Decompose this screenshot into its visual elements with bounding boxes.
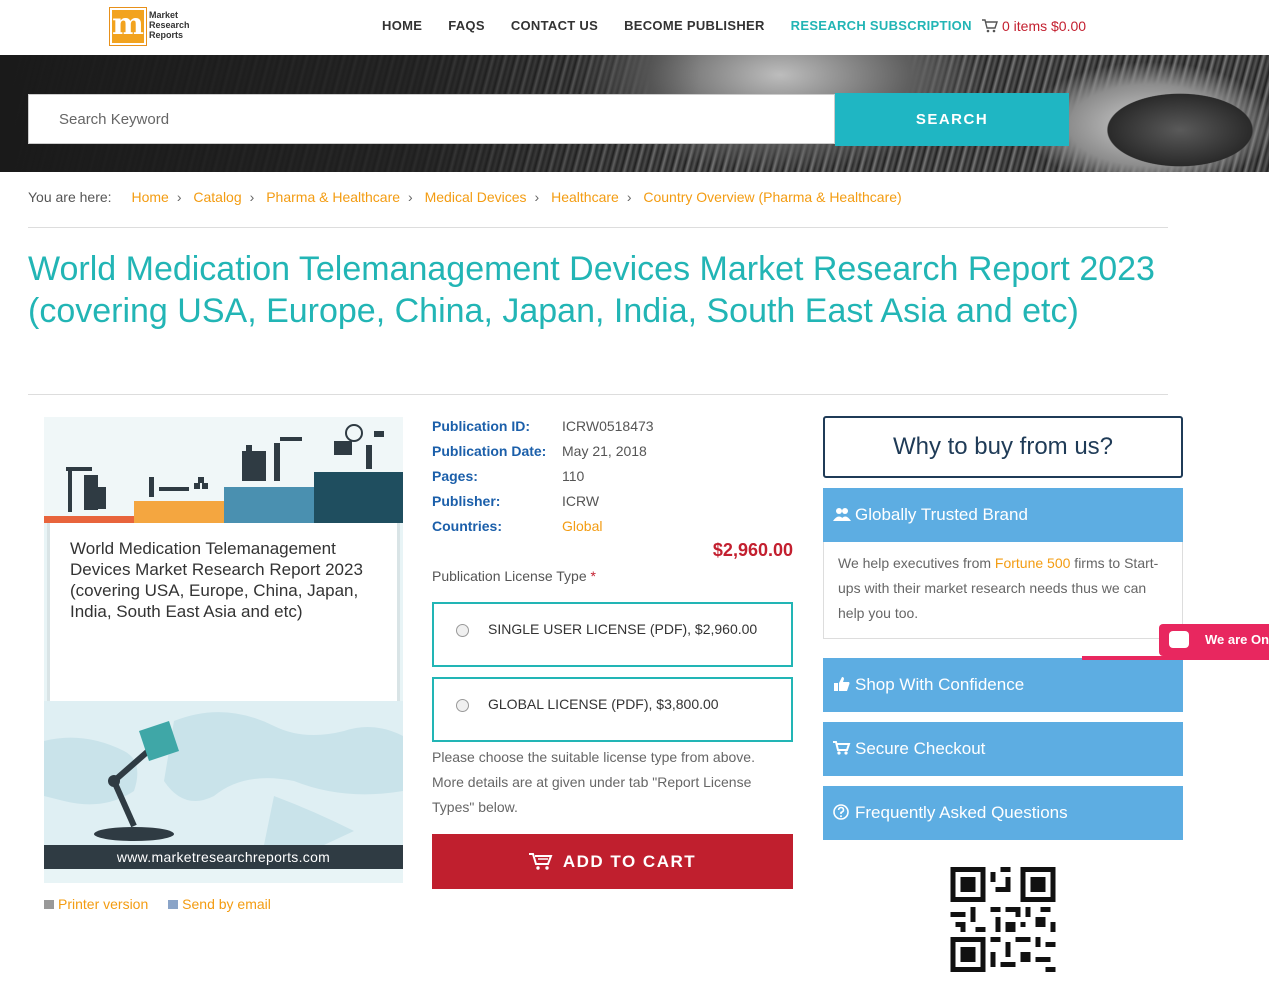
- required-mark: *: [590, 568, 596, 584]
- license-radio[interactable]: [456, 624, 469, 637]
- email-icon: [168, 900, 179, 909]
- countries-link[interactable]: Global: [562, 518, 602, 543]
- fortune-500-link[interactable]: Fortune 500: [995, 555, 1071, 571]
- cart-icon: [528, 852, 553, 870]
- secure-checkout-title: Secure Checkout: [855, 739, 986, 758]
- license-type-text: Publication License Type: [432, 568, 587, 584]
- trusted-text-start: We help executives from: [838, 555, 995, 571]
- header-cart[interactable]: 0 items $0.00: [982, 17, 1086, 34]
- breadcrumb-prefix: You are here:: [28, 189, 112, 205]
- nav-become-publisher[interactable]: BECOME PUBLISHER: [624, 18, 765, 33]
- breadcrumb: You are here: Home › Catalog › Pharma & He…: [28, 189, 902, 205]
- shop-with-confidence-title: Shop With Confidence: [855, 675, 1025, 694]
- qr-code-image: [950, 867, 1056, 972]
- cart-summary: 0 items $0.00: [1002, 18, 1087, 34]
- shop-with-confidence-item[interactable]: Shop With Confidence: [823, 658, 1183, 712]
- chevron-right-icon: ›: [176, 189, 182, 205]
- users-icon: [833, 508, 851, 521]
- detail-value: ICRW: [562, 493, 600, 509]
- cover-title: World Medication Telemanagement Devices …: [70, 539, 363, 621]
- license-type-label: Publication License Type *: [432, 568, 596, 584]
- thumbs-up-icon: [834, 677, 850, 691]
- detail-label: Publication ID:: [432, 418, 530, 434]
- globally-trusted-brand-body: We help executives from Fortune 500 firm…: [823, 542, 1183, 639]
- live-chat-button[interactable]: We are Online: [1159, 624, 1269, 656]
- breadcrumb-medical-devices[interactable]: Medical Devices: [425, 189, 527, 205]
- add-to-cart-label: ADD TO CART: [562, 851, 697, 871]
- question-circle-icon: [833, 804, 849, 820]
- license-option-global[interactable]: GLOBAL LICENSE (PDF), $3,800.00: [432, 677, 793, 742]
- chevron-right-icon: ›: [249, 189, 255, 205]
- chevron-right-icon: ›: [626, 189, 632, 205]
- top-header: m Market Research Reports HOME FAQS CONT…: [0, 0, 1269, 55]
- cart-icon: [833, 741, 851, 755]
- faq-item[interactable]: Frequently Asked Questions: [823, 786, 1183, 840]
- divider: [28, 394, 1168, 395]
- industry-steps-illustration: [44, 424, 403, 523]
- site-logo[interactable]: m Market Research Reports: [109, 7, 192, 46]
- detail-value: May 21, 2018: [562, 443, 647, 459]
- secure-checkout-item[interactable]: Secure Checkout: [823, 722, 1183, 776]
- breadcrumb-catalog[interactable]: Catalog: [193, 189, 241, 205]
- shopping-cart-icon: [982, 19, 998, 33]
- page-title: World Medication Telemanagement Devices …: [28, 250, 1155, 330]
- detail-row: Publication Date: May 21, 2018: [432, 443, 654, 468]
- chat-accent-line: [1082, 656, 1269, 660]
- chevron-right-icon: ›: [534, 189, 540, 205]
- report-actions: Printer version Send by email: [44, 896, 287, 912]
- report-price: $2,960.00: [712, 540, 793, 560]
- add-to-cart-button[interactable]: ADD TO CART: [432, 834, 793, 889]
- detail-row: Publication ID: ICRW0518473: [432, 418, 654, 443]
- cover-map-illustration: [44, 701, 403, 845]
- breadcrumb-healthcare[interactable]: Healthcare: [551, 189, 619, 205]
- detail-label: Pages:: [432, 468, 478, 484]
- hero-banner: SEARCH: [0, 55, 1269, 172]
- printer-version-label: Printer version: [58, 896, 149, 912]
- chat-label: We are Online: [1205, 632, 1269, 647]
- license-option-single[interactable]: SINGLE USER LICENSE (PDF), $2,960.00: [432, 602, 793, 667]
- detail-row: Pages: 110: [432, 468, 654, 493]
- detail-label: Publisher:: [432, 493, 501, 509]
- publication-details: Publication ID: ICRW0518473 Publication D…: [432, 418, 654, 543]
- cover-illustration: [44, 417, 403, 523]
- detail-label: Publication Date:: [432, 443, 547, 459]
- nav-faqs[interactable]: FAQS: [448, 18, 485, 33]
- detail-row: Publisher: ICRW: [432, 493, 654, 518]
- main-nav: HOME FAQS CONTACT US BECOME PUBLISHER RE…: [382, 18, 998, 33]
- chevron-right-icon: ›: [408, 189, 413, 205]
- nav-home[interactable]: HOME: [382, 18, 422, 33]
- license-option-label: SINGLE USER LICENSE (PDF), $2,960.00: [488, 621, 758, 637]
- cover-footer: [44, 869, 403, 883]
- printer-icon: [44, 900, 54, 909]
- printer-version-link[interactable]: Printer version: [44, 896, 148, 912]
- license-help-text: Please choose the suitable license type …: [432, 749, 755, 815]
- logo-text: Market Research Reports: [149, 10, 190, 40]
- breadcrumb-country-overview[interactable]: Country Overview (Pharma & Healthcare): [643, 189, 901, 205]
- logo-letter: m: [112, 7, 144, 42]
- why-buy-heading: Why to buy from us?: [823, 416, 1183, 478]
- search-input[interactable]: [28, 94, 835, 144]
- desk-lamp-illustration: [44, 712, 403, 845]
- detail-label: Countries:: [432, 518, 502, 534]
- divider: [28, 227, 1168, 228]
- detail-value: ICRW0518473: [562, 418, 654, 434]
- nav-research-subscription[interactable]: RESEARCH SUBSCRIPTION: [791, 18, 972, 33]
- report-cover-image: World Medication Telemanagement Devices …: [44, 417, 403, 883]
- search-button[interactable]: SEARCH: [835, 93, 1069, 146]
- license-radio[interactable]: [456, 699, 469, 712]
- faq-title: Frequently Asked Questions: [855, 803, 1068, 822]
- send-by-email-label: Send by email: [182, 896, 271, 912]
- cover-url: www.marketresearchreports.com: [44, 845, 403, 869]
- chat-bubble-icon: [1169, 631, 1189, 648]
- breadcrumb-home[interactable]: Home: [131, 189, 168, 205]
- globally-trusted-brand-title: Globally Trusted Brand: [855, 505, 1028, 524]
- globally-trusted-brand-header: Globally Trusted Brand: [823, 488, 1183, 542]
- detail-value: 110: [562, 468, 585, 484]
- breadcrumb-pharma-healthcare[interactable]: Pharma & Healthcare: [266, 189, 400, 205]
- send-by-email-link[interactable]: Send by email: [168, 896, 271, 912]
- license-option-label: GLOBAL LICENSE (PDF), $3,800.00: [488, 696, 719, 712]
- cover-title-card: World Medication Telemanagement Devices …: [47, 523, 400, 701]
- nav-contact-us[interactable]: CONTACT US: [511, 18, 598, 33]
